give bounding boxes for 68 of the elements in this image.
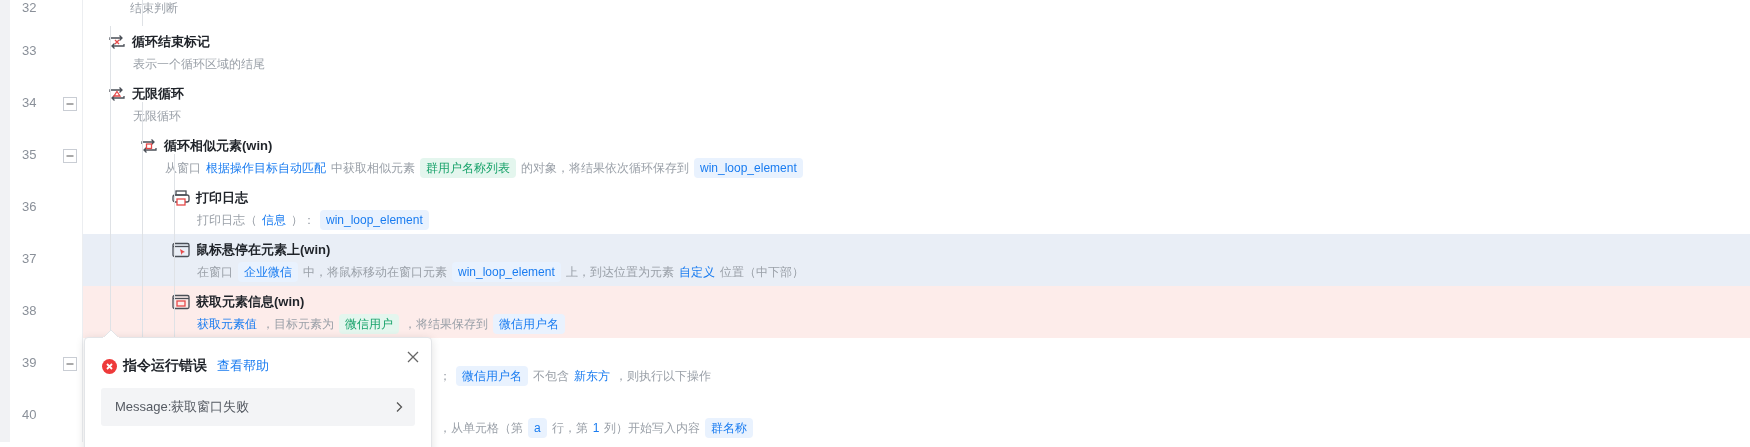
description-text: 上，到达位置为元素 [565,264,674,281]
description-text: 在窗口 [197,264,233,281]
description-text: 不包含 [533,368,569,385]
description-text: 的对象，将结果依次循环保存到 [521,160,689,177]
description-text: ，从单元格（第 [439,420,523,437]
variable-tag[interactable]: a [528,418,547,438]
collapse-icon[interactable] [63,97,77,111]
variable-tag[interactable]: 企业微信 [238,262,298,282]
line-number: 37 [22,251,37,266]
description-text: 无限循环 [133,108,181,125]
description-text: ，将结果保存到 [404,316,488,333]
description-text: ）： [291,212,315,229]
description-text: 列）开始写入内容 [604,420,701,437]
link[interactable]: 获取元素值 [197,314,257,334]
error-icon [102,358,117,374]
line-number: 39 [22,355,37,370]
collapse-icon[interactable] [63,149,77,163]
step-title: 打印日志 [196,189,248,207]
line-number: 33 [22,43,37,58]
variable-tag[interactable]: win_loop_element [694,158,803,178]
line-number: 38 [22,303,37,318]
help-link[interactable]: 查看帮助 [217,357,269,375]
line-number: 40 [22,407,37,422]
close-icon[interactable] [407,351,419,363]
link[interactable]: 根据操作目标自动匹配 [206,158,326,178]
description-text: ； [439,368,451,385]
link[interactable]: 新东方 [574,366,610,386]
loop-icon [108,34,126,50]
step-row[interactable]: 37 鼠标悬停在元素上(win) 在窗口 企业微信 中，将鼠标移动在窗口元素 win_loop_element 上，到达位置为元素 自定义 位置（中下部） [0,234,1750,286]
step-title: 循环相似元素(win) [164,137,273,155]
line-number: 35 [22,147,37,162]
step-row[interactable]: 38 获取元素信息(win) 获取元素值 ，目标元素为 微信用户 ，将结果保存到 微信用户名 [0,286,1750,338]
description-text: ，目标元素为 [262,316,334,333]
link[interactable]: 自定义 [678,262,715,282]
step-title: 鼠标悬停在元素上(win) [196,241,331,259]
element-tag[interactable]: 群用户名称列表 [420,158,516,178]
line-number: 36 [22,199,37,214]
description-text: 中，将鼠标移动在窗口元素 [303,264,447,281]
collapse-icon[interactable] [63,357,77,371]
variable-tag[interactable]: win_loop_element [452,262,561,282]
description-text: 结束判断 [130,0,178,17]
step-title: 获取元素信息(win) [196,293,305,311]
link[interactable]: 信息 [262,210,286,230]
line-number: 34 [22,95,37,110]
loop-icon [140,138,158,154]
link[interactable]: 1 [592,418,600,438]
description-text: 位置（中下部） [719,264,804,281]
line-number: 32 [22,0,37,15]
variable-tag[interactable]: 微信用户名 [493,314,565,334]
description-text: ，则执行以下操作 [615,368,711,385]
popup-title: 指令运行错误 [123,357,207,375]
description-text: 行，第 [551,420,588,437]
description-text: 表示一个循环区域的结尾 [133,56,265,73]
step-title: 循环结束标记 [132,33,210,51]
error-message[interactable]: Message:获取窗口失败 [101,388,415,426]
loop-icon [108,86,126,102]
variable-tag[interactable]: 微信用户名 [456,366,528,386]
message-text: Message:获取窗口失败 [115,398,250,416]
description-text: 中获取相似元素 [331,160,415,177]
variable-tag[interactable]: win_loop_element [320,210,429,230]
variable-tag[interactable]: 群名称 [705,418,754,438]
printer-icon [172,190,190,206]
chevron-right-icon [395,401,403,413]
window-icon [172,242,190,258]
window-icon [172,294,190,310]
element-tag[interactable]: 微信用户 [339,314,399,334]
description-text: 打印日志（ [197,212,257,229]
step-title: 无限循环 [132,85,184,103]
